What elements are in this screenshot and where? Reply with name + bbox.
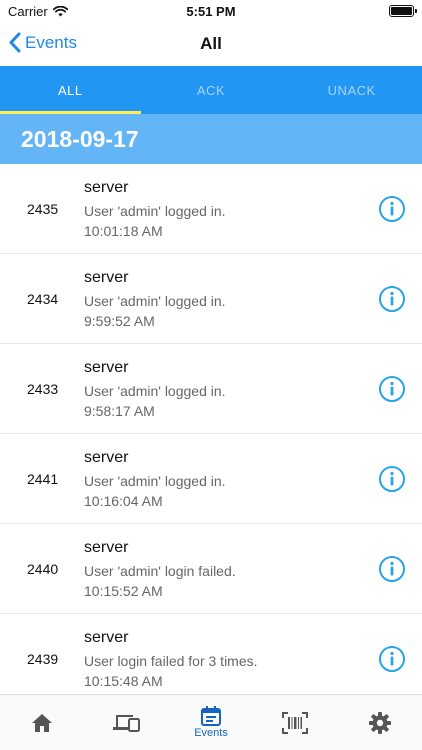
info-icon[interactable] — [378, 465, 406, 493]
event-message: User login failed for 3 times. — [84, 653, 258, 669]
event-row[interactable]: 2435 server User 'admin' logged in. 10:0… — [0, 164, 422, 254]
event-source: server — [84, 539, 129, 556]
tabbar-devices[interactable] — [84, 695, 168, 750]
info-icon[interactable] — [378, 195, 406, 223]
navigation-bar: Events All — [0, 24, 422, 66]
info-icon[interactable] — [378, 285, 406, 313]
event-message: User 'admin' logged in. — [84, 473, 226, 489]
info-icon[interactable] — [378, 645, 406, 673]
event-time: 10:15:52 AM — [84, 583, 163, 599]
home-icon — [32, 713, 53, 732]
status-bar: Carrier 5:51 PM — [0, 0, 422, 24]
event-source: server — [84, 179, 129, 196]
tabbar-events-label: Events — [194, 727, 228, 739]
date-section-header: 2018-09-17 — [0, 114, 422, 164]
event-source: server — [84, 269, 129, 286]
event-message: User 'admin' logged in. — [84, 383, 226, 399]
event-source: server — [84, 629, 129, 646]
event-id: 2441 — [27, 471, 59, 487]
event-row[interactable]: 2440 server User 'admin' login failed. 1… — [0, 524, 422, 614]
tabbar-events[interactable]: Events — [169, 695, 253, 750]
tab-ack[interactable]: ACK — [141, 66, 282, 114]
tabbar-settings[interactable] — [338, 695, 422, 750]
tabbar-scan[interactable] — [253, 695, 337, 750]
tab-unack[interactable]: UNACK — [281, 66, 422, 114]
event-source: server — [84, 359, 129, 376]
event-time: 10:01:18 AM — [84, 223, 163, 239]
devices-icon — [112, 714, 140, 732]
event-id: 2439 — [27, 651, 59, 667]
event-id: 2435 — [27, 201, 59, 217]
event-list[interactable]: 2435 server User 'admin' logged in. 10:0… — [0, 164, 422, 694]
event-row[interactable]: 2434 server User 'admin' logged in. 9:59… — [0, 254, 422, 344]
event-message: User 'admin' login failed. — [84, 563, 236, 579]
event-time: 10:15:48 AM — [84, 673, 163, 689]
event-message: User 'admin' logged in. — [84, 203, 226, 219]
event-time: 9:58:17 AM — [84, 403, 155, 419]
event-row[interactable]: 2439 server User login failed for 3 time… — [0, 614, 422, 694]
page-title: All — [200, 34, 222, 53]
event-row[interactable]: 2441 server User 'admin' logged in. 10:1… — [0, 434, 422, 524]
info-icon[interactable] — [378, 555, 406, 583]
bottom-tab-bar: Events — [0, 694, 422, 750]
battery-icon — [389, 5, 417, 17]
calendar-icon — [201, 706, 222, 726]
event-source: server — [84, 449, 129, 466]
event-id: 2433 — [27, 381, 59, 397]
event-message: User 'admin' logged in. — [84, 293, 226, 309]
event-id: 2434 — [27, 291, 59, 307]
gear-icon — [368, 711, 391, 734]
tab-all[interactable]: ALL — [0, 66, 141, 114]
event-time: 10:16:04 AM — [84, 493, 163, 509]
filter-tabs: ALL ACK UNACK — [0, 66, 422, 114]
info-icon[interactable] — [378, 375, 406, 403]
event-time: 9:59:52 AM — [84, 313, 155, 329]
status-time: 5:51 PM — [186, 4, 236, 19]
event-id: 2440 — [27, 561, 59, 577]
tabbar-home[interactable] — [0, 695, 84, 750]
barcode-icon — [282, 711, 309, 734]
event-row[interactable]: 2433 server User 'admin' logged in. 9:58… — [0, 344, 422, 434]
